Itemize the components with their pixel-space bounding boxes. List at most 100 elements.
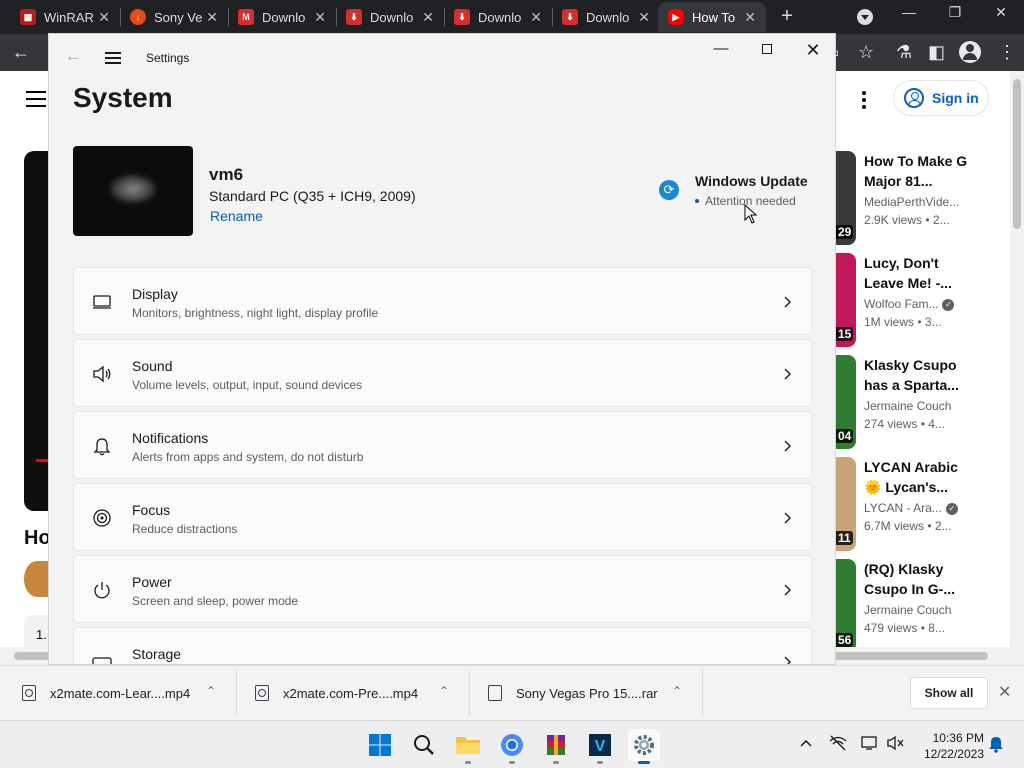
browser-tab-active[interactable]: ▶ How To ✕	[658, 2, 766, 32]
storage-icon	[92, 657, 112, 664]
channel-name[interactable]: MediaPerthVide...	[864, 195, 959, 209]
video-title[interactable]: (RQ) Klasky Csupo In G-...	[864, 559, 968, 599]
settings-window: ← Settings — ✕ System vm6 Standard PC (Q…	[48, 33, 836, 665]
download-item[interactable]: x2mate.com-Lear....mp4 ⌃	[22, 676, 236, 710]
window-restore-icon[interactable]: ❐	[942, 4, 968, 21]
channel-name[interactable]: Jermaine Couch	[864, 399, 951, 413]
close-tab-icon[interactable]: ✕	[744, 9, 756, 26]
back-arrow-icon[interactable]: ←	[65, 48, 81, 66]
close-tab-icon[interactable]: ✕	[206, 9, 218, 26]
close-icon[interactable]: ✕	[801, 40, 825, 61]
more-options-icon[interactable]	[862, 91, 866, 112]
volume-muted-icon[interactable]	[886, 735, 906, 755]
channel-name[interactable]: Wolfoo Fam... ✓	[864, 297, 955, 311]
close-tab-icon[interactable]: ✕	[422, 9, 434, 26]
chevron-up-icon[interactable]: ⌃	[439, 684, 449, 698]
video-title[interactable]: Lucy, Don't Leave Me! -...	[864, 253, 968, 293]
recommended-video[interactable]: 29 How To Make G Major 81... MediaPerthV…	[836, 151, 968, 245]
close-tab-icon[interactable]: ✕	[638, 9, 650, 26]
close-tab-icon[interactable]: ✕	[314, 9, 326, 26]
display-icon[interactable]	[860, 735, 880, 755]
notification-bell-icon[interactable]	[986, 735, 1006, 755]
browser-tab[interactable]: ↓ Sony Ve ✕	[120, 2, 228, 32]
show-all-button[interactable]: Show all	[910, 677, 988, 709]
close-tab-icon[interactable]: ✕	[530, 9, 542, 26]
download-item[interactable]: x2mate.com-Pre....mp4 ⌃	[255, 676, 469, 710]
maximize-icon[interactable]	[755, 40, 779, 58]
new-tab-icon[interactable]: +	[777, 6, 797, 26]
extensions-icon[interactable]: ⚗	[896, 42, 912, 62]
profile-icon[interactable]	[959, 41, 981, 63]
window-close-icon[interactable]: ✕	[988, 4, 1014, 21]
chevron-right-icon	[784, 512, 791, 524]
window-minimize-icon[interactable]: —	[896, 4, 922, 20]
chevron-up-icon[interactable]: ⌃	[206, 684, 216, 698]
winrar-icon[interactable]	[540, 729, 572, 764]
back-arrow-icon[interactable]: ←	[12, 42, 30, 62]
sign-in-button[interactable]: Sign in	[893, 80, 989, 116]
video-meta: 479 views • 8...	[864, 621, 945, 635]
settings-item-power[interactable]: Power Screen and sleep, power mode	[73, 555, 812, 623]
download-icon: ⬇	[346, 9, 362, 25]
settings-item-title: Focus	[132, 502, 171, 518]
network-off-icon[interactable]	[828, 735, 848, 755]
video-title[interactable]: LYCAN Arabic 🌞 Lycan's...	[864, 457, 968, 497]
settings-item-storage[interactable]: Storage	[73, 627, 812, 664]
recommended-video[interactable]: 11 LYCAN Arabic 🌞 Lycan's... LYCAN - Ara…	[836, 457, 966, 551]
recommended-video[interactable]: 56 (RQ) Klasky Csupo In G-... Jermaine C…	[836, 559, 966, 653]
video-title[interactable]: Klasky Csupo has a Sparta...	[864, 355, 968, 395]
chevron-right-icon	[784, 368, 791, 380]
file-explorer-icon[interactable]	[452, 729, 484, 764]
settings-gear-icon[interactable]	[628, 729, 660, 764]
recommended-video[interactable]: 15 Lucy, Don't Leave Me! -... Wolfoo Fam…	[836, 253, 966, 347]
windows-start-icon[interactable]	[364, 729, 396, 761]
minimize-icon[interactable]: —	[709, 40, 733, 57]
download-item[interactable]: Sony Vegas Pro 15....rar ⌃	[488, 676, 702, 710]
video-thumbnail[interactable]: 11	[836, 457, 856, 551]
settings-item-description: Alerts from apps and system, do not dist…	[132, 450, 364, 464]
tab-search-icon[interactable]	[857, 9, 873, 25]
video-thumbnail[interactable]: 04	[836, 355, 856, 449]
settings-item-description: Reduce distractions	[132, 522, 238, 536]
close-tab-icon[interactable]: ✕	[98, 9, 110, 26]
windows-update-icon[interactable]: ⟳	[659, 180, 679, 200]
settings-item-focus[interactable]: Focus Reduce distractions	[73, 483, 812, 551]
sidebar-icon[interactable]: ◧	[928, 42, 945, 62]
taskbar-clock[interactable]: 10:36 PM 12/22/2023	[920, 730, 984, 762]
vertical-scrollbar[interactable]	[1010, 71, 1024, 665]
scrollbar-thumb[interactable]	[1013, 79, 1021, 229]
chevron-up-icon[interactable]	[796, 735, 816, 755]
settings-item-title: Notifications	[132, 430, 209, 446]
channel-name[interactable]: Jermaine Couch	[864, 603, 951, 617]
video-thumbnail[interactable]: 29	[836, 151, 856, 245]
tab-label: Sony Ve	[154, 9, 203, 25]
browser-tab[interactable]: ▦ WinRAR ✕	[10, 2, 120, 32]
bookmark-star-icon[interactable]: ☆	[858, 42, 874, 62]
browser-tab[interactable]: ⬇ Downlo ✕	[444, 2, 552, 32]
settings-item-notifications[interactable]: Notifications Alerts from apps and syste…	[73, 411, 812, 479]
recommended-video[interactable]: 04 Klasky Csupo has a Sparta... Jermaine…	[836, 355, 966, 449]
close-icon[interactable]: ✕	[998, 682, 1011, 702]
video-thumbnail[interactable]: 15	[836, 253, 856, 347]
tab-label: Downlo	[370, 9, 414, 25]
browser-tab[interactable]: ⬇ Downlo ✕	[336, 2, 444, 32]
channel-avatar[interactable]	[24, 561, 50, 597]
windows-update-title[interactable]: Windows Update	[695, 173, 808, 189]
navigation-menu-icon[interactable]	[105, 52, 121, 67]
chrome-icon[interactable]	[496, 729, 528, 764]
settings-item-display[interactable]: Display Monitors, brightness, night ligh…	[73, 267, 812, 335]
hamburger-menu-icon[interactable]	[26, 91, 46, 112]
video-meta: 6.7M views • 2...	[864, 519, 952, 533]
menu-kebab-icon[interactable]: ⋮	[998, 42, 1016, 62]
video-thumbnail[interactable]: 56	[836, 559, 856, 653]
settings-item-sound[interactable]: Sound Volume levels, output, input, soun…	[73, 339, 812, 407]
channel-name[interactable]: LYCAN - Ara... ✓	[864, 501, 958, 515]
video-title[interactable]: How To Make G Major 81...	[864, 151, 968, 191]
search-icon[interactable]	[408, 729, 440, 761]
rename-link[interactable]: Rename	[210, 208, 263, 224]
video-title: Ho	[24, 527, 51, 549]
browser-tab[interactable]: M Downlo ✕	[228, 2, 336, 32]
vegas-icon[interactable]: V	[584, 729, 616, 764]
browser-tab[interactable]: ⬇ Downlo ✕	[552, 2, 660, 32]
chevron-up-icon[interactable]: ⌃	[672, 684, 682, 698]
